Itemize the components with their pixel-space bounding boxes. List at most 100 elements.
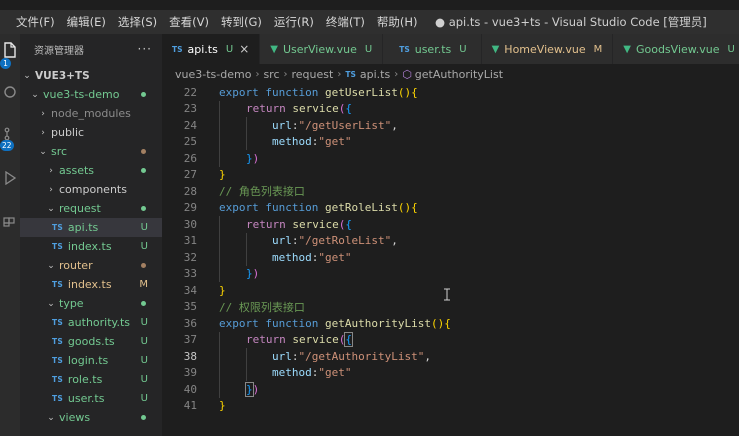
tab-userview-vue[interactable]: ▼ UserView.vue U (260, 34, 384, 64)
line-number: 32 (183, 250, 197, 264)
folder-router[interactable]: ⌄ router (20, 256, 162, 275)
line-number: 31 (183, 234, 197, 248)
code-line: 37 return service({ (162, 331, 739, 348)
folder-src[interactable]: ⌄ src (20, 142, 162, 161)
explorer-sidebar: 资源管理器 ··· ⌄ VUE3+TS ⌄ vue3-ts-demo › nod… (20, 34, 162, 436)
line-number: 39 (183, 366, 197, 380)
extensions-icon[interactable] (0, 210, 20, 230)
explorer-title: 资源管理器 (34, 45, 84, 57)
breadcrumb-item[interactable]: request (292, 68, 334, 81)
menu-help[interactable]: 帮助(H) (371, 14, 424, 30)
menu-view[interactable]: 查看(V) (163, 14, 215, 30)
code-line: 29 export function getRoleList(){ (162, 200, 739, 217)
line-number: 40 (183, 382, 197, 396)
typescript-file-icon: TS (399, 44, 410, 54)
search-icon[interactable] (0, 82, 20, 102)
menu-terminal[interactable]: 终端(T) (320, 14, 371, 30)
editor-tab-bar: TS api.ts U × ▼ UserView.vue U TS user.t… (162, 34, 739, 64)
status-dot (141, 168, 146, 173)
status-dot (141, 206, 146, 211)
status-dot (141, 149, 146, 154)
folder-request[interactable]: ⌄ request (20, 199, 162, 218)
menu-bar: 文件(F) 编辑(E) 选择(S) 查看(V) 转到(G) 运行(R) 终端(T… (0, 14, 423, 30)
chevron-down-icon: ⌄ (31, 89, 39, 100)
line-number: 23 (183, 102, 197, 116)
code-editor[interactable]: 22 export function getUserList(){ 23 ret… (162, 84, 739, 436)
typescript-file-icon: TS (52, 375, 63, 384)
typescript-file-icon: TS (345, 69, 356, 79)
tab-goodsview-vue[interactable]: ▼ GoodsView.vue U (613, 34, 739, 64)
chevron-right-icon: › (337, 68, 342, 80)
explorer-header: 资源管理器 ··· (20, 34, 162, 64)
code-line: 36 export function getAuthorityList(){ (162, 315, 739, 332)
chevron-right-icon: › (394, 68, 399, 80)
typescript-file-icon: TS (52, 394, 63, 403)
vue-file-icon: ▼ (623, 43, 631, 55)
status-dot (141, 415, 146, 420)
section-workspace[interactable]: ⌄ VUE3+TS (20, 66, 162, 85)
chevron-right-icon: › (49, 184, 53, 195)
menu-selection[interactable]: 选择(S) (112, 14, 163, 30)
code-line: 26 }) (162, 150, 739, 167)
breadcrumb-item[interactable]: vue3-ts-demo (175, 68, 251, 81)
typescript-file-icon: TS (52, 337, 63, 346)
explorer-icon[interactable] (0, 40, 20, 60)
file-request-index-ts[interactable]: TS index.ts U (20, 237, 162, 256)
typescript-file-icon: TS (52, 356, 63, 365)
typescript-file-icon: TS (52, 318, 63, 327)
folder-node-modules[interactable]: › node_modules (20, 104, 162, 123)
folder-vue3-ts-demo[interactable]: ⌄ vue3-ts-demo (20, 85, 162, 104)
vue-file-icon: ▼ (491, 43, 500, 55)
menu-run[interactable]: 运行(R) (268, 14, 320, 30)
tab-user-ts[interactable]: TS user.ts U (383, 34, 482, 64)
code-line: 28 // 角色列表接口 (162, 183, 739, 200)
code-line: 24 url:"/getUserList", (162, 117, 739, 134)
breadcrumb-item[interactable]: src (263, 68, 279, 81)
breadcrumb-item[interactable]: getAuthorityList (415, 68, 503, 81)
folder-public[interactable]: › public (20, 123, 162, 142)
chevron-right-icon: › (255, 68, 260, 80)
source-control-badge: 22 (0, 140, 14, 151)
line-number: 26 (183, 151, 197, 165)
status-dot (141, 301, 146, 306)
code-line: 32 method:"get" (162, 249, 739, 266)
typescript-file-icon: TS (172, 44, 183, 54)
folder-views[interactable]: ⌄ views (20, 408, 162, 427)
folder-assets[interactable]: › assets (20, 161, 162, 180)
menu-go[interactable]: 转到(G) (215, 14, 268, 30)
line-number: 28 (183, 184, 197, 198)
menu-edit[interactable]: 编辑(E) (61, 14, 112, 30)
line-number: 41 (183, 399, 197, 413)
run-debug-icon[interactable] (0, 168, 20, 188)
close-tab-icon[interactable]: × (239, 42, 249, 56)
chevron-right-icon: › (41, 108, 45, 119)
line-number: 22 (183, 85, 197, 99)
status-dot (141, 263, 146, 268)
breadcrumb-item[interactable]: api.ts (360, 68, 390, 81)
code-line: 33 }) (162, 265, 739, 282)
folder-type[interactable]: ⌄ type (20, 294, 162, 313)
line-number: 24 (183, 118, 197, 132)
file-router-index-ts[interactable]: TS index.ts M (20, 275, 162, 294)
line-number: 36 (183, 316, 197, 330)
tab-homeview-vue[interactable]: ▼ HomeView.vue M (481, 34, 614, 64)
code-line: 38 url:"/getAuthorityList", (162, 348, 739, 365)
menu-file[interactable]: 文件(F) (10, 14, 61, 30)
file-user-ts[interactable]: TS user.ts U (20, 389, 162, 408)
file-login-ts[interactable]: TS login.ts U (20, 351, 162, 370)
more-actions-icon[interactable]: ··· (138, 42, 152, 56)
folder-components[interactable]: › components (20, 180, 162, 199)
tab-api-ts[interactable]: TS api.ts U × (162, 34, 261, 64)
code-line: 27 } (162, 167, 739, 184)
file-role-ts[interactable]: TS role.ts U (20, 370, 162, 389)
file-api-ts[interactable]: TS api.ts U (20, 218, 162, 237)
line-number: 37 (183, 333, 197, 347)
file-authority-ts[interactable]: TS authority.ts U (20, 313, 162, 332)
code-line: 39 method:"get" (162, 364, 739, 381)
chevron-down-icon: ⌄ (47, 260, 55, 271)
line-number: 33 (183, 267, 197, 281)
code-line: 23 return service({ (162, 100, 739, 117)
chevron-right-icon: › (283, 68, 288, 80)
chevron-down-icon: ⌄ (23, 70, 31, 81)
file-goods-ts[interactable]: TS goods.ts U (20, 332, 162, 351)
